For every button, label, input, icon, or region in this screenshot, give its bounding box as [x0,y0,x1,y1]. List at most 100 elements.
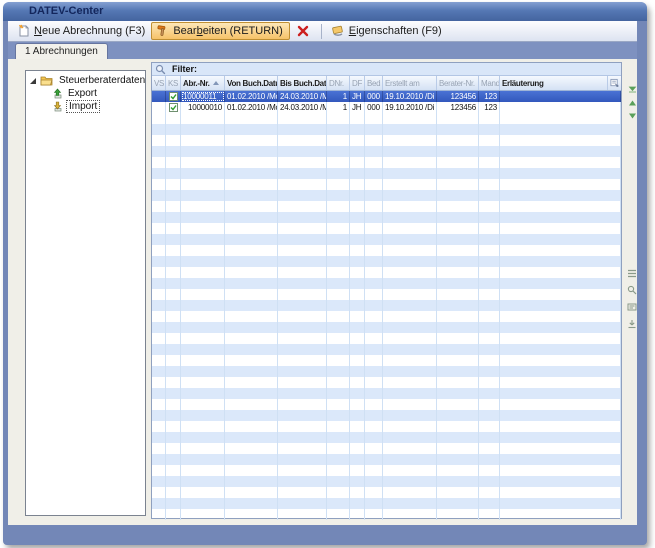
cell-erl[interactable] [500,102,621,113]
tab-abrechnungen[interactable]: 1 Abrechnungen [15,43,108,59]
cell-bis [278,344,327,355]
column-header-erstellt[interactable]: Erstellt am [383,76,437,90]
cell-dnr[interactable]: 1 [327,91,350,102]
column-header-vs[interactable]: VS [152,76,166,90]
cell-erl[interactable] [500,91,621,102]
cell-bed [365,355,383,366]
cell-von[interactable]: 01.02.2010 /Mo [225,102,278,113]
column-header-abr[interactable]: Abr.-Nr. [181,76,225,90]
table-row-empty [152,190,621,201]
filter-label: Filter: [172,64,197,74]
cell-bed [365,509,383,520]
column-header-mandan[interactable]: Mandan [479,76,500,90]
cell-bis[interactable]: 24.03.2010 /Mi [278,102,327,113]
cell-ks [166,322,181,333]
cell-df [350,421,365,432]
row-checkbox[interactable] [169,103,178,112]
table-row-empty [152,267,621,278]
cell-mandan[interactable]: 123 [479,91,500,102]
cell-ks [166,245,181,256]
cell-bis [278,410,327,421]
cell-erl [500,135,621,146]
cell-ks [166,267,181,278]
column-header-ks[interactable]: KS [166,76,181,90]
tree-item-export[interactable]: Export [26,87,145,100]
cell-berater[interactable]: 123456 [437,102,479,113]
table-row[interactable]: 1000001101.02.2010 /Mo24.03.2010 /Mi1JH0… [152,91,621,102]
cell-abr [181,234,225,245]
cell-berater [437,289,479,300]
cell-ks[interactable] [166,102,181,113]
tree-expander-icon[interactable] [30,78,36,84]
column-header-erl[interactable]: Erläuterung [500,76,608,90]
cell-ks [166,344,181,355]
table-row[interactable]: 1000001001.02.2010 /Mo24.03.2010 /Mi1JH0… [152,102,621,113]
cell-bed [365,278,383,289]
tree-item-import[interactable]: Import [26,100,145,113]
tab-page: Steuerberaterdaten Export [8,59,637,525]
cell-abr[interactable]: 10000011 [181,91,225,102]
delete-button[interactable] [290,24,316,38]
cell-abr [181,388,225,399]
column-header-berater[interactable]: Berater-Nr. [437,76,479,90]
cell-erstellt [383,465,437,476]
tree-item-steuerberaterdaten[interactable]: Steuerberaterdaten [26,74,145,87]
cell-bis [278,432,327,443]
cell-df[interactable]: JH [350,102,365,113]
cell-vs [152,245,166,256]
new-abrechnung-button[interactable]: Neue Abrechnung (F3) [13,22,151,40]
list-view-icon[interactable] [627,269,637,278]
scroll-top-icon[interactable] [628,86,637,93]
cell-bed [365,366,383,377]
cell-bed[interactable]: 000 [365,91,383,102]
cell-bed[interactable]: 000 [365,102,383,113]
cell-df[interactable]: JH [350,91,365,102]
cell-abr [181,212,225,223]
cell-dnr[interactable]: 1 [327,102,350,113]
cell-ks [166,135,181,146]
export-down-icon[interactable] [627,319,637,329]
cell-mandan[interactable]: 123 [479,102,500,113]
cell-vs[interactable] [152,102,166,113]
cell-berater [437,135,479,146]
cell-ks [166,454,181,465]
column-header-von[interactable]: Von Buch.Datum [225,76,278,90]
cell-mandan [479,157,500,168]
cell-abr[interactable]: 10000010 [181,102,225,113]
scroll-up-icon[interactable] [628,100,637,106]
column-header-df[interactable]: DF [350,76,365,90]
cell-dnr [327,124,350,135]
cell-bis[interactable]: 24.03.2010 /Mi [278,91,327,102]
table-row-empty [152,366,621,377]
cell-von[interactable]: 01.02.2010 /Mo [225,91,278,102]
edit-note-icon[interactable] [627,302,637,312]
cell-ks[interactable] [166,91,181,102]
window-titlebar[interactable]: DATEV-Center [3,2,647,21]
bearbeiten-button[interactable]: Bearbeiten (RETURN) [151,22,289,40]
edit-button-label: Bearbeiten (RETURN) [173,25,282,37]
cell-berater [437,168,479,179]
column-header-bis[interactable]: Bis Buch.Datum [278,76,327,90]
eigenschaften-button[interactable]: Eigenschaften (F9) [327,22,448,40]
cell-berater[interactable]: 123456 [437,91,479,102]
cell-vs[interactable] [152,91,166,102]
scroll-down-icon[interactable] [628,113,637,119]
cell-bis [278,168,327,179]
grid-filter-row[interactable]: Filter: [152,63,621,76]
cell-dnr [327,322,350,333]
row-checkbox[interactable] [169,92,178,101]
column-header-bed[interactable]: Bed [365,76,383,90]
cell-abr [181,454,225,465]
cell-abr [181,421,225,432]
cell-erstellt[interactable]: 19.10.2010 /Di [383,91,437,102]
search-icon[interactable] [627,285,637,295]
cell-von [225,234,278,245]
cell-erstellt [383,487,437,498]
abrechnungen-grid: Filter: VSKSAbr.-Nr.Von Buch.DatumBis Bu… [151,62,622,519]
cell-erl [500,212,621,223]
column-chooser-icon[interactable] [608,76,621,90]
table-row-empty [152,355,621,366]
cell-vs [152,168,166,179]
column-header-dnr[interactable]: DNr. [327,76,350,90]
cell-erstellt[interactable]: 19.10.2010 /Di [383,102,437,113]
